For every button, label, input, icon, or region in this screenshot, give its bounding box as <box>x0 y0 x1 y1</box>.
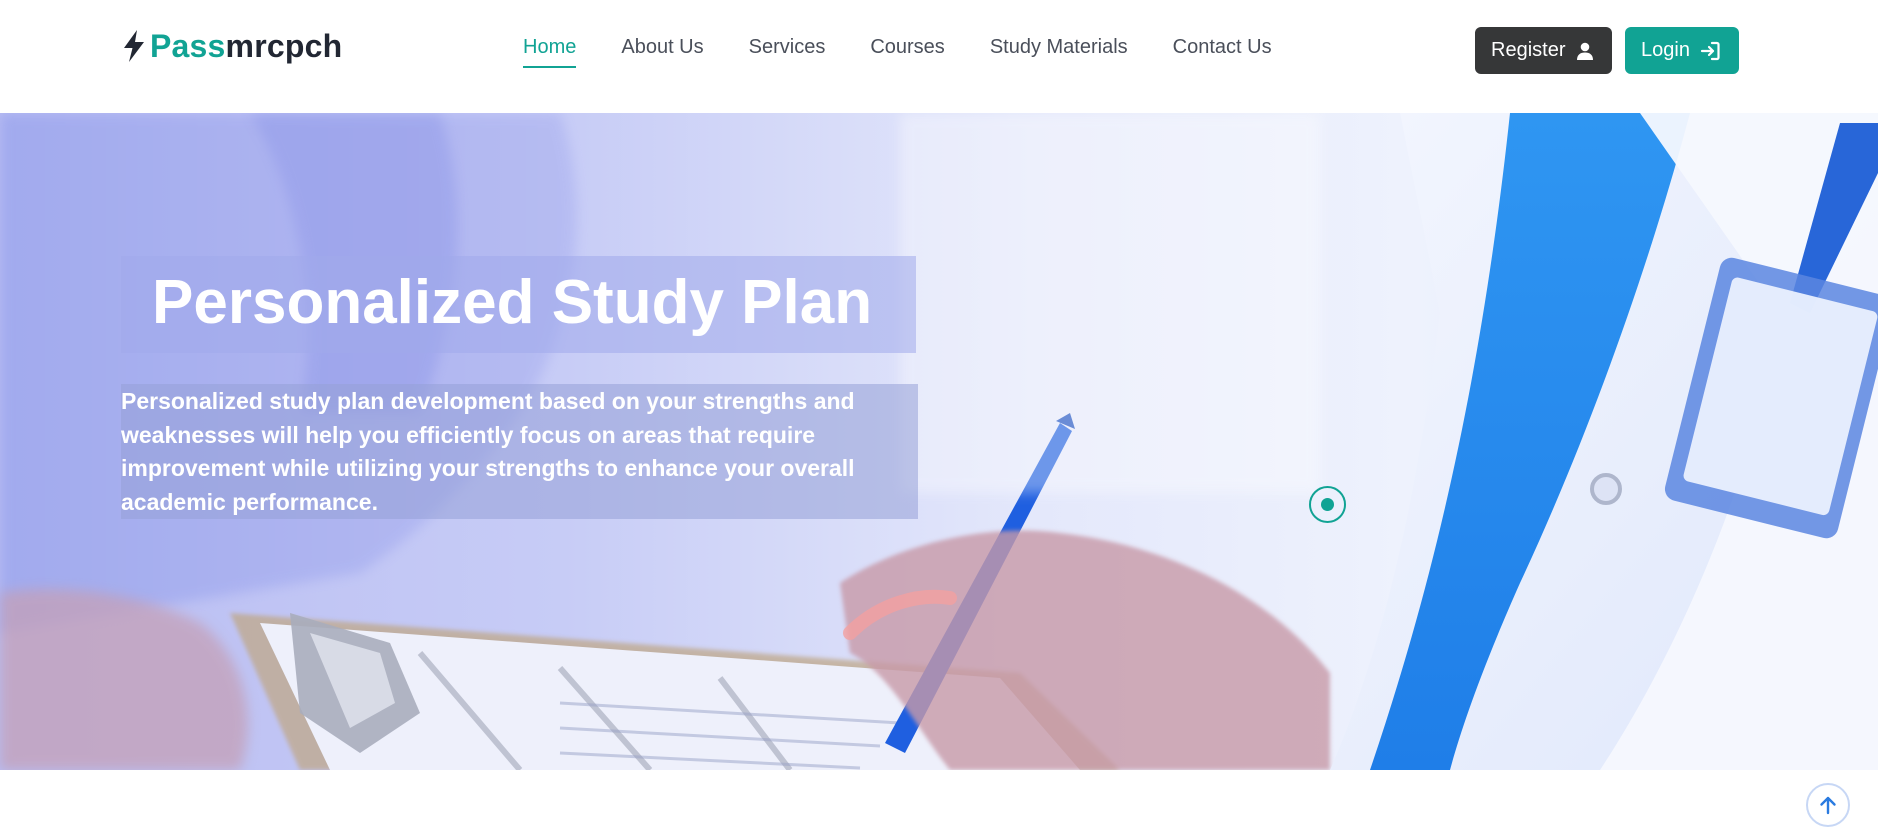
lightning-bolt-icon <box>124 30 144 62</box>
nav-item-home[interactable]: Home <box>523 30 577 68</box>
user-icon <box>1577 42 1594 60</box>
sign-in-icon <box>1700 41 1720 60</box>
main-nav: Home About Us Services Courses Study Mat… <box>523 30 1317 68</box>
login-button[interactable]: Login <box>1625 27 1739 74</box>
carousel-dot-icon <box>1321 498 1334 511</box>
hero-title: Personalized Study Plan <box>152 268 873 337</box>
site-header: Pass mrcpch Home About Us Services Course… <box>0 0 1878 113</box>
hero-section: Personalized Study Plan Personalized stu… <box>0 113 1878 770</box>
logo-text-pass: Pass <box>150 27 226 64</box>
site-logo[interactable]: Pass mrcpch <box>120 24 342 68</box>
nav-item-about-us[interactable]: About Us <box>621 30 703 68</box>
nav-item-study-materials[interactable]: Study Materials <box>990 30 1128 68</box>
scroll-to-top-button[interactable] <box>1806 783 1850 827</box>
hero-description: Personalized study plan development base… <box>121 388 855 515</box>
carousel-indicator[interactable] <box>1309 486 1346 523</box>
register-button[interactable]: Register <box>1475 27 1612 74</box>
nav-item-services[interactable]: Services <box>749 30 826 68</box>
login-button-label: Login <box>1641 39 1690 61</box>
arrow-up-icon <box>1820 796 1836 815</box>
nav-item-contact-us[interactable]: Contact Us <box>1173 30 1272 68</box>
register-button-label: Register <box>1491 39 1566 61</box>
logo-text-mrcpch: mrcpch <box>225 27 343 64</box>
nav-item-courses[interactable]: Courses <box>870 30 944 68</box>
